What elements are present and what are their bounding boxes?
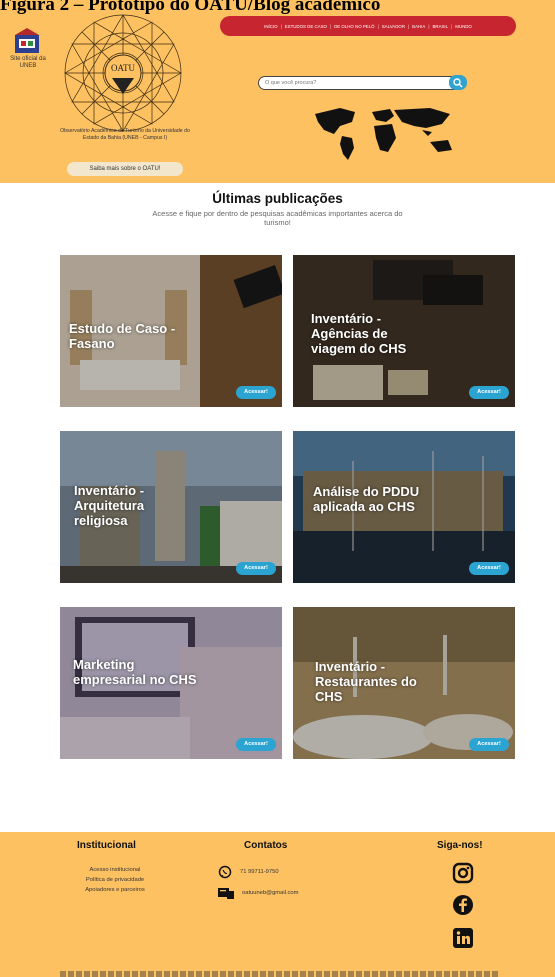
acessar-button[interactable]: Acessar! xyxy=(236,738,276,751)
footer-link-acesso[interactable]: Acesso institucional xyxy=(60,865,170,875)
saiba-mais-button[interactable]: Saiba mais sobre o OATU! xyxy=(67,162,183,176)
oatu-mandala-logo xyxy=(64,14,182,132)
publication-card[interactable]: Marketing empresarial no CHS Acessar! xyxy=(60,607,282,759)
contatos-title: Contatos xyxy=(244,840,288,851)
card-title: Marketing empresarial no CHS xyxy=(73,657,197,687)
card-title: Análise do PDDU aplicada ao CHS xyxy=(313,484,420,514)
nav-item-bahia[interactable]: BAHIA xyxy=(412,24,425,29)
publication-card[interactable]: Inventário - Agências de viagem do CHS A… xyxy=(293,255,515,407)
linkedin-icon[interactable] xyxy=(452,927,474,949)
nav-item-brasil[interactable]: BRASIL xyxy=(432,24,448,29)
contact-email[interactable]: oatuuneb@gmail.com xyxy=(218,887,298,899)
footer-link-apoiadores[interactable]: Apoiadores e parceiros xyxy=(60,885,170,895)
uneb-logo-icon[interactable] xyxy=(12,27,42,55)
site-footer: Institucional Acesso institucional Polít… xyxy=(0,832,555,977)
acessar-button[interactable]: Acessar! xyxy=(236,386,276,399)
search-icon xyxy=(453,78,463,88)
observatorio-description: Observatório Acadêmico de Turismo da Uni… xyxy=(60,128,190,141)
site-oficial-link[interactable]: Site oficial da UNEB xyxy=(6,56,50,70)
card-title: Inventário - Restaurantes do CHS xyxy=(315,659,417,704)
publication-card[interactable]: Inventário - Arquitetura religiosa Acess… xyxy=(60,431,282,583)
phone-text: 71 99711-9750 xyxy=(240,869,279,875)
publication-card[interactable]: Estudo de Caso - Fasano Acessar! xyxy=(60,255,282,407)
nav-item-estudos[interactable]: ESTUDOS DE CASO xyxy=(285,24,327,29)
acessar-button[interactable]: Acessar! xyxy=(236,562,276,575)
facebook-icon[interactable] xyxy=(452,894,474,916)
search-bar xyxy=(258,75,467,90)
site-header: Site oficial da UNEB OATU Observatório A… xyxy=(0,0,555,183)
card-title: Inventário - Agências de viagem do CHS xyxy=(311,311,407,356)
acessar-button[interactable]: Acessar! xyxy=(469,562,509,575)
figure-caption: Figura 2 – Protótipo do OATU/Blog acadêm… xyxy=(0,0,381,15)
instagram-icon[interactable] xyxy=(452,862,474,884)
nav-item-mundo[interactable]: MUNDO xyxy=(455,24,472,29)
copyright-bar xyxy=(60,971,500,977)
institucional-links: Acesso institucional Política de privaci… xyxy=(60,865,170,895)
nav-item-salvador[interactable]: SALVADOR xyxy=(382,24,405,29)
acessar-button[interactable]: Acessar! xyxy=(469,738,509,751)
nav-item-inicio[interactable]: INÍCIO xyxy=(264,24,277,29)
institucional-title: Institucional xyxy=(77,840,136,851)
main-nav: INÍCIO | ESTUDOS DE CASO | DE OLHO NO PELÔ… xyxy=(220,16,516,36)
email-text: oatuuneb@gmail.com xyxy=(242,890,299,896)
publication-card[interactable]: Inventário - Restaurantes do CHS Acessar… xyxy=(293,607,515,759)
search-input[interactable] xyxy=(265,78,435,88)
contact-phone[interactable]: 71 99711-9750 xyxy=(218,865,279,879)
siga-title: Siga-nos! xyxy=(437,840,483,851)
publication-card[interactable]: Análise do PDDU aplicada ao CHS Acessar! xyxy=(293,431,515,583)
whatsapp-icon xyxy=(218,865,232,879)
section-title: Últimas publicações xyxy=(212,191,343,206)
card-title: Estudo de Caso - Fasano xyxy=(69,321,176,351)
oatu-logo-text: OATU xyxy=(111,63,135,73)
search-button[interactable] xyxy=(449,75,467,90)
footer-link-privacidade[interactable]: Política de privacidade xyxy=(60,875,170,885)
section-subtitle: Acesse e fique por dentro de pesquisas a… xyxy=(152,209,403,227)
acessar-button[interactable]: Acessar! xyxy=(469,386,509,399)
email-icon xyxy=(218,888,234,899)
world-map-icon xyxy=(315,108,452,160)
card-title: Inventário - Arquitetura religiosa xyxy=(74,483,145,528)
nav-item-pelo[interactable]: DE OLHO NO PELÔ xyxy=(334,24,375,29)
